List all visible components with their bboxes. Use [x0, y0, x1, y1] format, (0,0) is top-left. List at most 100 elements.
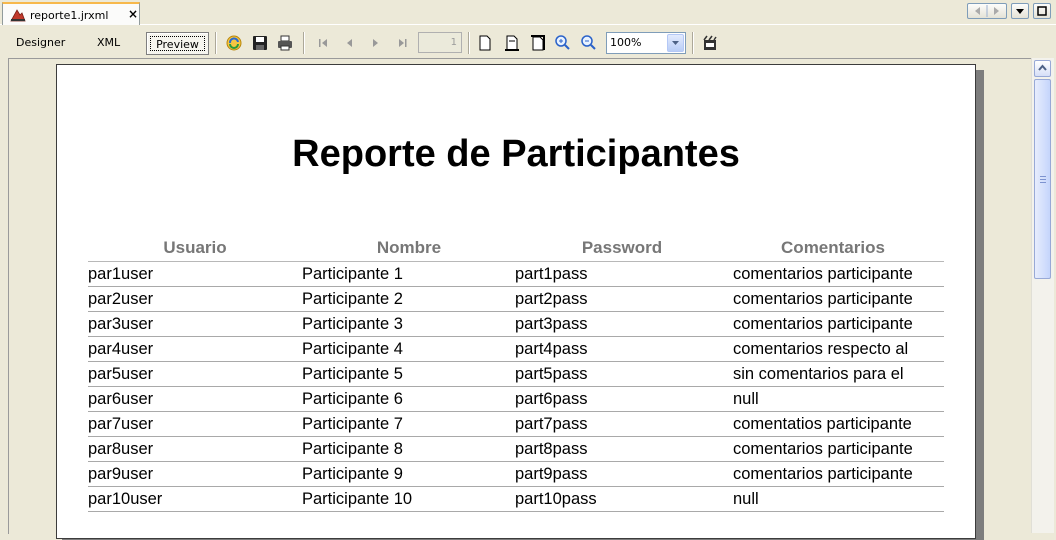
cell-comentarios: comentarios respecto al — [733, 340, 909, 358]
chevron-down-icon — [672, 41, 679, 45]
toolbar-separator — [303, 32, 305, 54]
table-row: par9user Participante 9 part9pass coment… — [88, 462, 944, 487]
preview-label: Preview — [150, 36, 205, 51]
page-number-field[interactable]: 1 — [418, 32, 462, 53]
table-row: par10user Participante 10 part10pass nul… — [88, 487, 944, 512]
maximize-icon — [1037, 6, 1047, 16]
cell-password: part8pass — [515, 440, 588, 458]
page-fit-icon[interactable] — [529, 34, 547, 52]
cell-nombre: Participante 2 — [302, 290, 403, 308]
column-header-nombre: Nombre — [376, 238, 442, 257]
first-page-icon[interactable] — [315, 34, 333, 52]
cell-comentarios: comentarios participante — [733, 465, 913, 483]
table-row: par7user Participante 7 part7pass coment… — [88, 412, 944, 437]
cell-password: part4pass — [515, 340, 588, 358]
cell-comentarios: comentarios participante — [733, 265, 913, 283]
cell-password: part5pass — [515, 365, 588, 383]
cell-nombre: Participante 4 — [302, 340, 403, 358]
report-file-icon — [10, 8, 26, 22]
cell-password: part2pass — [515, 290, 588, 308]
zoom-dropdown-button[interactable] — [667, 34, 684, 52]
scroll-right-icon[interactable] — [994, 7, 999, 15]
report-title: Reporte de Participantes — [292, 133, 740, 175]
cell-nombre: Participante 5 — [302, 365, 403, 383]
cell-usuario: par5user — [88, 365, 154, 383]
editor-tab-strip: reporte1.jrxml × — [0, 0, 1056, 25]
cell-nombre: Participante 10 — [302, 490, 413, 508]
table-row: par4user Participante 4 part4pass coment… — [88, 337, 944, 362]
export-icon[interactable] — [701, 34, 719, 52]
chevron-down-icon — [1016, 9, 1024, 14]
zoom-out-icon[interactable] — [580, 34, 598, 52]
scroll-grip-icon — [1040, 176, 1046, 183]
cell-usuario: par2user — [88, 290, 154, 308]
report-page: Reporte de Participantes Usuario Nombre … — [56, 64, 976, 539]
table-row: par5user Participante 5 part5pass sin co… — [88, 362, 944, 387]
tab-scroll-buttons — [967, 3, 1007, 19]
page-width-icon[interactable] — [503, 34, 521, 52]
preview-tab[interactable]: Preview — [146, 32, 209, 55]
cell-password: part10pass — [515, 490, 597, 508]
cell-usuario: par10user — [88, 490, 163, 508]
refresh-icon[interactable] — [225, 34, 243, 52]
cell-password: part7pass — [515, 415, 588, 433]
cell-usuario: par1user — [88, 265, 154, 283]
chevron-up-icon — [1038, 64, 1047, 71]
editor-toolbar: Designer XML Preview 1 100% — [0, 26, 1056, 58]
tab-list-button[interactable] — [1011, 3, 1029, 19]
zoom-in-icon[interactable] — [554, 34, 572, 52]
tab-label: reporte1.jrxml — [30, 9, 109, 22]
table-row: par1user Participante 1 part1pass coment… — [88, 262, 944, 287]
cell-comentarios: null — [733, 490, 759, 508]
cell-usuario: par4user — [88, 340, 154, 358]
maximize-button[interactable] — [1033, 3, 1051, 19]
cell-password: part9pass — [515, 465, 588, 483]
cell-usuario: par6user — [88, 390, 154, 408]
report-table: Usuario Nombre Password Comentarios par1… — [88, 237, 944, 512]
designer-tab[interactable]: Designer — [16, 36, 65, 49]
cell-nombre: Participante 6 — [302, 390, 403, 408]
previous-page-icon[interactable] — [341, 34, 359, 52]
cell-comentarios: sin comentarios para el — [733, 365, 904, 383]
tab-close-button[interactable]: × — [128, 8, 138, 20]
cell-nombre: Participante 7 — [302, 415, 403, 433]
table-row: par6user Participante 6 part6pass null — [88, 387, 944, 412]
next-page-icon[interactable] — [366, 34, 384, 52]
column-header-password: Password — [581, 238, 663, 257]
cell-usuario: par3user — [88, 315, 154, 333]
page-icon[interactable] — [476, 34, 494, 52]
cell-nombre: Participante 3 — [302, 315, 403, 333]
vertical-scrollbar[interactable] — [1031, 58, 1054, 533]
cell-usuario: par8user — [88, 440, 154, 458]
cell-comentarios: comentarios participante — [733, 315, 913, 333]
save-icon[interactable] — [251, 34, 269, 52]
scroll-thumb[interactable] — [1034, 79, 1051, 279]
cell-nombre: Participante 1 — [302, 265, 403, 283]
cell-comentarios: comentarios participante — [733, 440, 913, 458]
zoom-select[interactable]: 100% — [606, 32, 686, 54]
zoom-value: 100% — [610, 36, 642, 49]
xml-tab[interactable]: XML — [97, 36, 120, 49]
table-row: par8user Participante 8 part8pass coment… — [88, 437, 944, 462]
toolbar-separator — [468, 32, 470, 54]
table-row: par3user Participante 3 part3pass coment… — [88, 312, 944, 337]
cell-comentarios: comentatios participante — [733, 415, 912, 433]
cell-comentarios: null — [733, 390, 759, 408]
scroll-left-icon[interactable] — [975, 7, 980, 15]
scroll-up-button[interactable] — [1034, 60, 1051, 77]
toolbar-separator — [692, 32, 694, 54]
cell-usuario: par7user — [88, 415, 154, 433]
cell-nombre: Participante 9 — [302, 465, 403, 483]
cell-nombre: Participante 8 — [302, 440, 403, 458]
last-page-icon[interactable] — [393, 34, 411, 52]
column-header-usuario: Usuario — [163, 238, 227, 257]
table-row: par2user Participante 2 part2pass coment… — [88, 287, 944, 312]
cell-password: part1pass — [515, 265, 588, 283]
print-icon[interactable] — [276, 34, 294, 52]
tab-reporte1-jrxml[interactable]: reporte1.jrxml × — [2, 2, 140, 25]
toolbar-separator — [215, 32, 217, 54]
table-header: Usuario Nombre Password Comentarios — [88, 237, 944, 262]
cell-password: part3pass — [515, 315, 588, 333]
cell-comentarios: comentarios participante — [733, 290, 913, 308]
cell-usuario: par9user — [88, 465, 154, 483]
